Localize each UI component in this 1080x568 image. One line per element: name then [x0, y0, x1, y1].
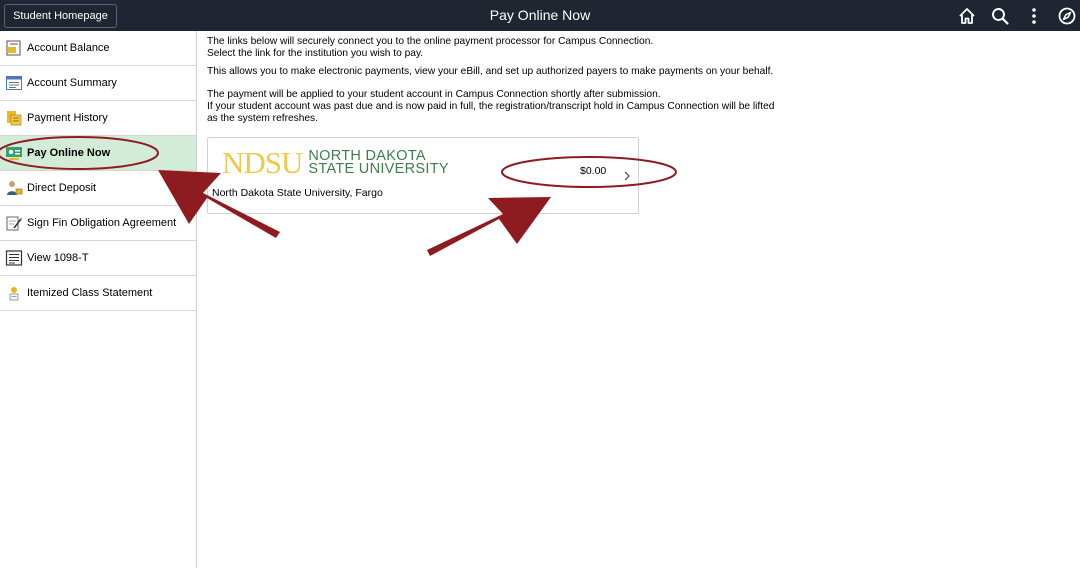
search-icon[interactable]	[990, 6, 1010, 26]
student-homepage-button[interactable]: Student Homepage	[4, 4, 117, 28]
sign-agreement-icon	[5, 214, 23, 232]
sidebar-item-itemized-class-statement[interactable]: Itemized Class Statement	[0, 276, 196, 311]
payment-history-icon	[5, 109, 23, 127]
account-balance-icon	[5, 39, 23, 57]
intro-text: The links below will securely connect yo…	[207, 36, 654, 59]
sidebar-item-label: Payment History	[27, 112, 108, 124]
sidebar-item-label: Sign Fin Obligation Agreement	[27, 217, 177, 229]
page-title: Pay Online Now	[489, 7, 591, 23]
home-icon[interactable]	[957, 6, 977, 26]
direct-deposit-icon	[5, 179, 23, 197]
sidebar-item-label: Pay Online Now	[27, 147, 111, 159]
chevron-right-icon[interactable]	[622, 169, 632, 181]
sidebar: Account Balance Account Summary Payment …	[0, 31, 197, 568]
sidebar-item-sign-fin-obligation-agreement[interactable]: Sign Fin Obligation Agreement	[0, 206, 196, 241]
sidebar-item-pay-online-now[interactable]: Pay Online Now	[0, 136, 196, 171]
sidebar-item-label: Direct Deposit	[27, 182, 97, 194]
account-summary-icon	[5, 74, 23, 92]
institution-payment-card[interactable]: NDSU NORTH DAKOTA STATE UNIVERSITY North…	[207, 137, 639, 214]
sidebar-item-payment-history[interactable]: Payment History	[0, 101, 196, 136]
header-bar: Student Homepage Pay Online Now	[0, 0, 1080, 31]
main-content: The links below will securely connect yo…	[207, 36, 1067, 125]
form-1098t-icon	[5, 249, 23, 267]
nav-bar-icon[interactable]	[1057, 6, 1077, 26]
sidebar-item-label: Account Summary	[27, 77, 117, 89]
institution-name: North Dakota State University, Fargo	[212, 187, 383, 199]
more-options-icon[interactable]	[1024, 6, 1044, 26]
sidebar-item-account-summary[interactable]: Account Summary	[0, 66, 196, 101]
sidebar-item-label: View 1098-T	[27, 252, 89, 264]
pay-online-icon	[5, 144, 23, 162]
sidebar-item-account-balance[interactable]: Account Balance	[0, 31, 196, 66]
sidebar-item-direct-deposit[interactable]: Direct Deposit	[0, 171, 196, 206]
sidebar-item-label: Account Balance	[27, 42, 110, 54]
logo-abbrev: NDSU	[222, 145, 303, 180]
sidebar-item-label: Itemized Class Statement	[27, 287, 153, 299]
balance-amount: $0.00	[580, 165, 607, 177]
logo-full-name: NORTH DAKOTA STATE UNIVERSITY	[308, 148, 449, 177]
ndsu-logo: NDSU NORTH DAKOTA STATE UNIVERSITY	[222, 147, 449, 179]
itemized-statement-icon	[5, 284, 23, 302]
sidebar-item-view-1098t[interactable]: View 1098-T	[0, 241, 196, 276]
allows-text: This allows you to make electronic payme…	[207, 65, 774, 77]
applied-text: The payment will be applied to your stud…	[207, 89, 775, 124]
